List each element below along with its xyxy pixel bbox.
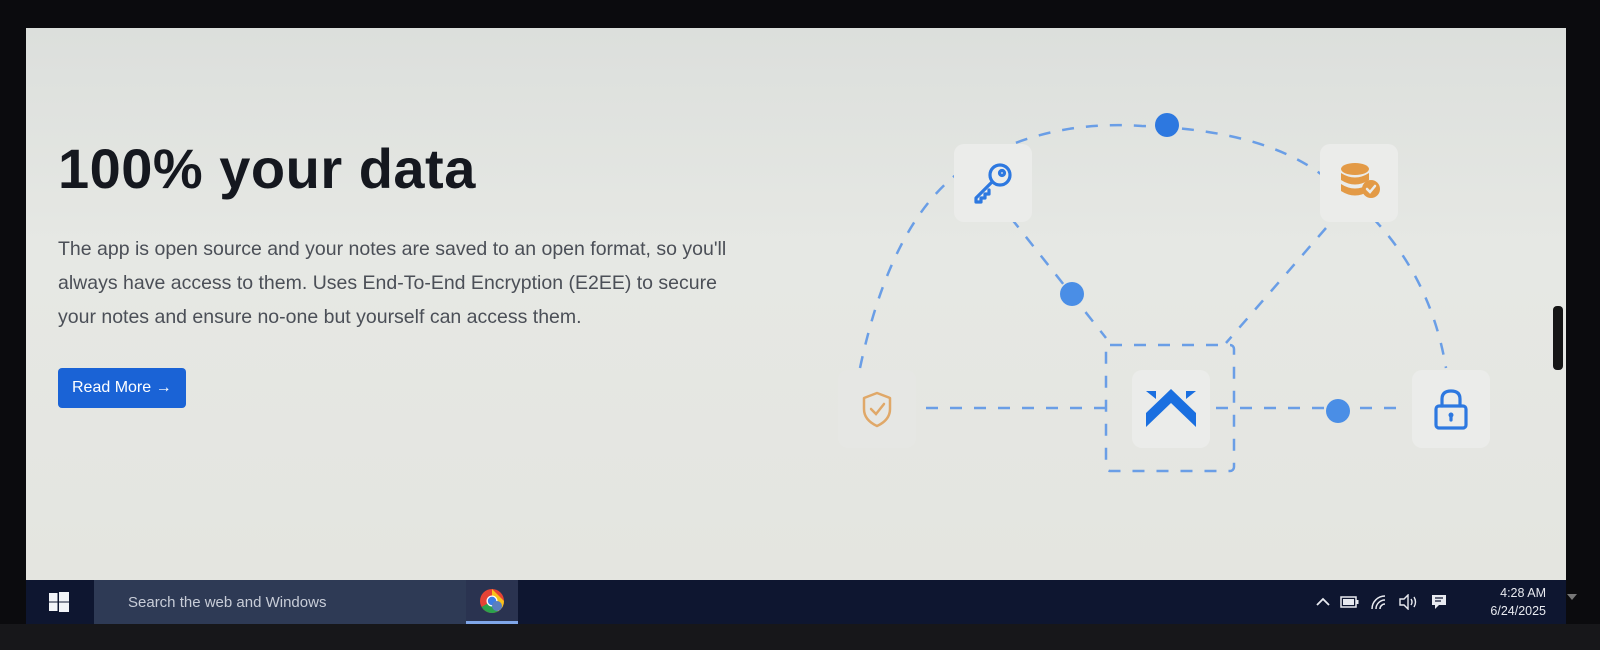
clock-date: 6/24/2025 <box>1490 604 1546 618</box>
windows-taskbar: 4:28 AM 6/24/2025 <box>26 580 1566 624</box>
key-tile <box>954 144 1032 222</box>
taskbar-chrome-button[interactable] <box>466 580 518 624</box>
shield-tile <box>838 370 916 448</box>
key-to-center-line <box>1010 217 1107 339</box>
monitor-bezel-top <box>0 0 1600 28</box>
key-icon <box>974 163 1012 204</box>
wifi-icon[interactable] <box>1370 594 1388 610</box>
start-button[interactable] <box>26 580 92 624</box>
right-node-dot <box>1326 399 1350 423</box>
taskbar-search-box[interactable] <box>94 580 486 624</box>
encryption-illustration <box>806 68 1546 538</box>
scrollbar-thumb[interactable] <box>1553 306 1563 370</box>
database-to-center-line <box>1225 227 1327 344</box>
middle-node-dot <box>1060 282 1084 306</box>
chevron-up-icon[interactable] <box>1316 597 1330 607</box>
database-tile <box>1320 144 1398 222</box>
speaker-icon[interactable] <box>1398 594 1420 610</box>
clock-time: 4:28 AM <box>1500 586 1546 600</box>
page-description: The app is open source and your notes ar… <box>58 237 727 328</box>
browser-viewport: 100% your data The app is open source an… <box>26 28 1577 600</box>
lock-tile <box>1412 370 1490 448</box>
chrome-icon <box>480 588 504 613</box>
windows-logo-icon <box>49 592 69 612</box>
connection-lines <box>858 113 1448 473</box>
hero-text: 100% your data The app is open source an… <box>58 138 778 408</box>
scroll-down-arrow-icon[interactable] <box>1567 594 1577 600</box>
database-check-icon <box>1341 163 1380 198</box>
taskbar-search-input[interactable] <box>126 592 470 612</box>
center-logo-tile <box>1132 370 1210 448</box>
page-title: 100% your data <box>58 137 476 200</box>
battery-icon[interactable] <box>1340 596 1360 608</box>
read-more-button[interactable]: Read More → <box>58 367 186 408</box>
system-tray <box>1316 580 1448 624</box>
lock-icon <box>1434 389 1468 430</box>
taskbar-clock[interactable]: 4:28 AM 6/24/2025 <box>1446 584 1546 620</box>
top-node-dot <box>1155 113 1179 137</box>
joplin-logo-icon <box>1146 389 1196 427</box>
monitor-bezel-bottom <box>0 624 1600 650</box>
shield-check-icon <box>862 391 892 428</box>
